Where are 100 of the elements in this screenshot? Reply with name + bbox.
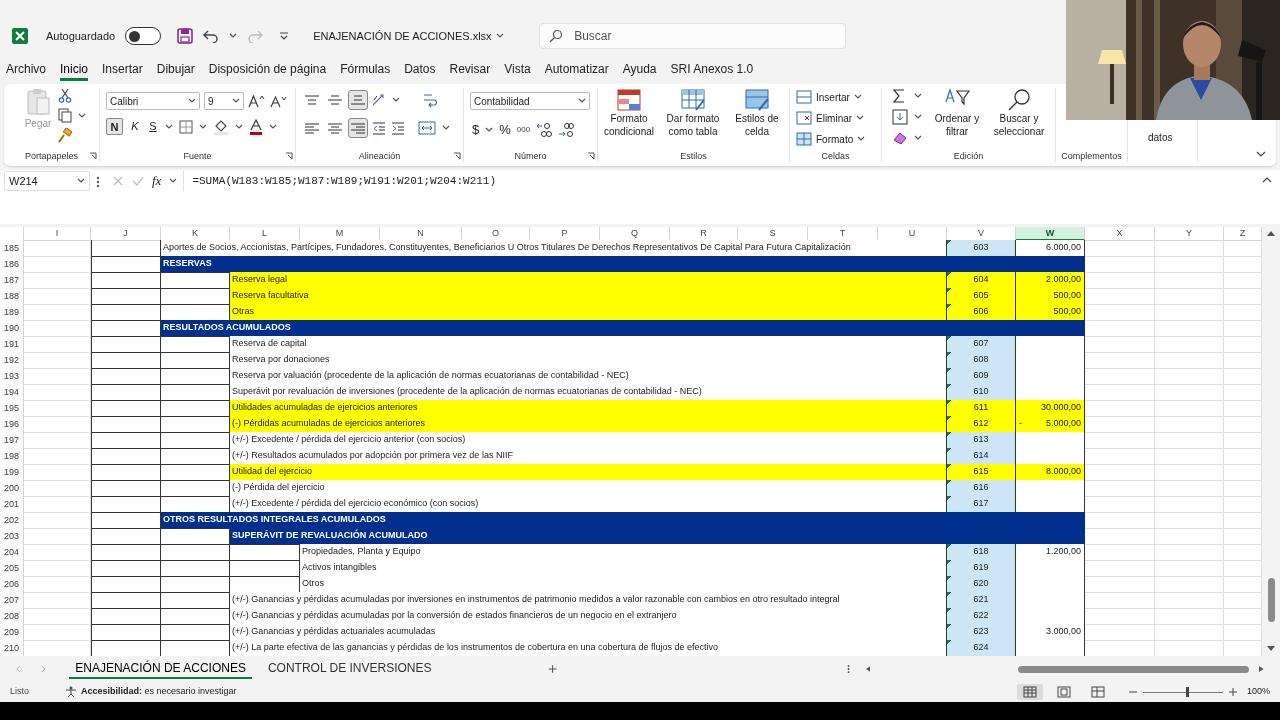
scroll-thumb[interactable] <box>1267 578 1275 622</box>
number-format-field[interactable]: Contabilidad <box>470 92 590 110</box>
increase-font-size-icon[interactable] <box>248 94 266 108</box>
caret-icon[interactable] <box>392 97 400 103</box>
align-right-icon[interactable] <box>348 118 368 138</box>
conditional-format-button[interactable]: Formato condicional <box>598 88 660 138</box>
dropdown-caret-icon[interactable] <box>578 98 586 104</box>
zoom-level[interactable]: 100% <box>1246 685 1270 699</box>
copy-icon[interactable] <box>58 108 72 123</box>
analyze-data-button[interactable]: datos <box>1148 130 1173 145</box>
caret-icon[interactable] <box>235 123 243 130</box>
caret-icon[interactable] <box>914 114 922 120</box>
font-size-field[interactable]: 9 <box>204 92 244 110</box>
decrease-indent-icon[interactable] <box>371 120 387 136</box>
horizontal-scroll-thumb[interactable] <box>1018 665 1250 673</box>
dialog-launcher-icon[interactable] <box>453 152 461 160</box>
customize-toolbar-icon[interactable] <box>279 31 290 41</box>
wrap-text-icon[interactable] <box>422 92 438 108</box>
menu-tab[interactable]: Insertar <box>102 59 143 81</box>
caret-icon[interactable] <box>269 123 277 130</box>
caret-icon[interactable] <box>442 125 450 131</box>
increase-decimal-icon[interactable] <box>536 121 553 138</box>
caret-icon[interactable] <box>914 93 922 99</box>
undo-icon[interactable] <box>203 29 220 43</box>
menu-tab[interactable]: Revisar <box>449 59 491 81</box>
caret-icon[interactable] <box>165 123 173 130</box>
dialog-launcher-icon[interactable] <box>89 152 97 160</box>
menu-tab[interactable]: Disposición de página <box>208 59 327 81</box>
name-box[interactable]: W214 <box>4 171 90 191</box>
menu-tab[interactable]: Ayuda <box>622 59 657 81</box>
menu-tab[interactable]: Vista <box>504 59 531 81</box>
format-as-table-button[interactable]: Dar formato como tabla <box>662 88 724 138</box>
zoom-slider-thumb[interactable] <box>1185 686 1189 697</box>
delete-cells-button[interactable]: Eliminar <box>796 109 866 127</box>
caret-icon[interactable] <box>78 112 86 119</box>
menu-tab[interactable]: Automatizar <box>544 59 609 81</box>
format-painter-icon[interactable] <box>58 128 72 143</box>
menu-tab[interactable]: Datos <box>404 59 436 81</box>
caret-icon[interactable] <box>914 135 922 141</box>
cut-icon[interactable] <box>58 88 72 103</box>
format-cells-button[interactable]: Formato <box>796 130 866 148</box>
decrease-decimal-icon[interactable] <box>558 121 575 138</box>
italic-button[interactable]: K <box>129 118 141 135</box>
column-header[interactable]: J <box>91 227 161 241</box>
column-header[interactable]: X <box>1085 227 1155 241</box>
scroll-right-icon[interactable] <box>1259 665 1265 673</box>
thousands-separator-button[interactable]: 000 <box>516 123 531 136</box>
menu-tab[interactable]: Dibujar <box>156 59 195 81</box>
menu-tab[interactable]: SRI Anexos 1.0 <box>670 59 754 81</box>
borders-icon[interactable] <box>179 119 193 134</box>
dialog-launcher-icon[interactable] <box>285 152 293 160</box>
decrease-font-size-icon[interactable] <box>270 94 288 108</box>
font-color-icon[interactable] <box>249 118 263 135</box>
merge-center-icon[interactable] <box>418 120 436 136</box>
dropdown-caret-icon[interactable] <box>77 178 85 184</box>
collapse-formula-bar-icon[interactable] <box>1262 176 1272 183</box>
find-select-button[interactable]: Buscar y seleccionar <box>986 88 1052 138</box>
caret-icon[interactable] <box>485 126 494 133</box>
zoom-in-icon[interactable] <box>1228 688 1237 696</box>
more-options-icon[interactable] <box>96 176 100 188</box>
normal-view-button[interactable] <box>1016 684 1043 700</box>
autosave-toggle[interactable] <box>125 27 162 45</box>
dropdown-caret-icon[interactable] <box>232 98 240 104</box>
font-name-field[interactable]: Calibri <box>106 92 200 110</box>
accessibility-status[interactable]: Accesibilidad: es necesario investigar <box>81 685 237 699</box>
formula-text[interactable]: =SUMA(W183:W185;W187:W189;W191:W201;W204:W211) <box>192 173 497 190</box>
menu-tab[interactable]: Archivo <box>6 59 46 81</box>
accessibility-icon[interactable] <box>65 686 77 698</box>
more-sheets-icon[interactable] <box>846 663 850 675</box>
insert-cells-button[interactable]: Insertar <box>796 88 866 106</box>
column-header[interactable]: W <box>1016 227 1085 241</box>
menu-tab[interactable]: Inicio <box>60 59 89 81</box>
align-bottom-icon[interactable] <box>348 90 368 110</box>
menu-tab[interactable]: Fórmulas <box>340 59 391 81</box>
add-sheet-icon[interactable] <box>547 663 557 675</box>
scroll-down-icon[interactable] <box>1267 646 1275 652</box>
percent-button[interactable]: % <box>499 120 511 140</box>
bold-button[interactable]: N <box>106 118 123 135</box>
scroll-up-icon[interactable] <box>1267 230 1275 236</box>
cell-styles-button[interactable]: Estilos de celda <box>726 88 788 138</box>
dropdown-caret-icon[interactable] <box>188 98 196 104</box>
column-header[interactable]: Y <box>1155 227 1224 241</box>
fill-icon[interactable] <box>892 109 908 125</box>
column-header[interactable]: I <box>24 227 91 241</box>
search-field[interactable]: Buscar <box>539 23 847 49</box>
increase-indent-icon[interactable] <box>390 120 406 136</box>
sort-filter-button[interactable]: Ordenar y filtrar <box>928 88 986 138</box>
file-name[interactable]: ENAJENACIÓN DE ACCIONES.xlsx <box>313 27 492 45</box>
clear-icon[interactable] <box>892 130 908 146</box>
underline-button[interactable]: S <box>147 118 159 135</box>
caret-icon[interactable] <box>199 123 207 130</box>
caret-icon[interactable] <box>229 33 238 39</box>
caret-icon[interactable] <box>169 178 178 184</box>
collapse-ribbon-icon[interactable] <box>1256 151 1266 158</box>
insert-function-button[interactable]: fx <box>152 171 162 191</box>
chevron-icon[interactable] <box>495 33 504 39</box>
fill-color-icon[interactable] <box>213 118 229 135</box>
currency-button[interactable]: $ <box>472 120 480 140</box>
save-icon[interactable] <box>177 28 194 44</box>
scroll-left-icon[interactable] <box>865 665 871 673</box>
